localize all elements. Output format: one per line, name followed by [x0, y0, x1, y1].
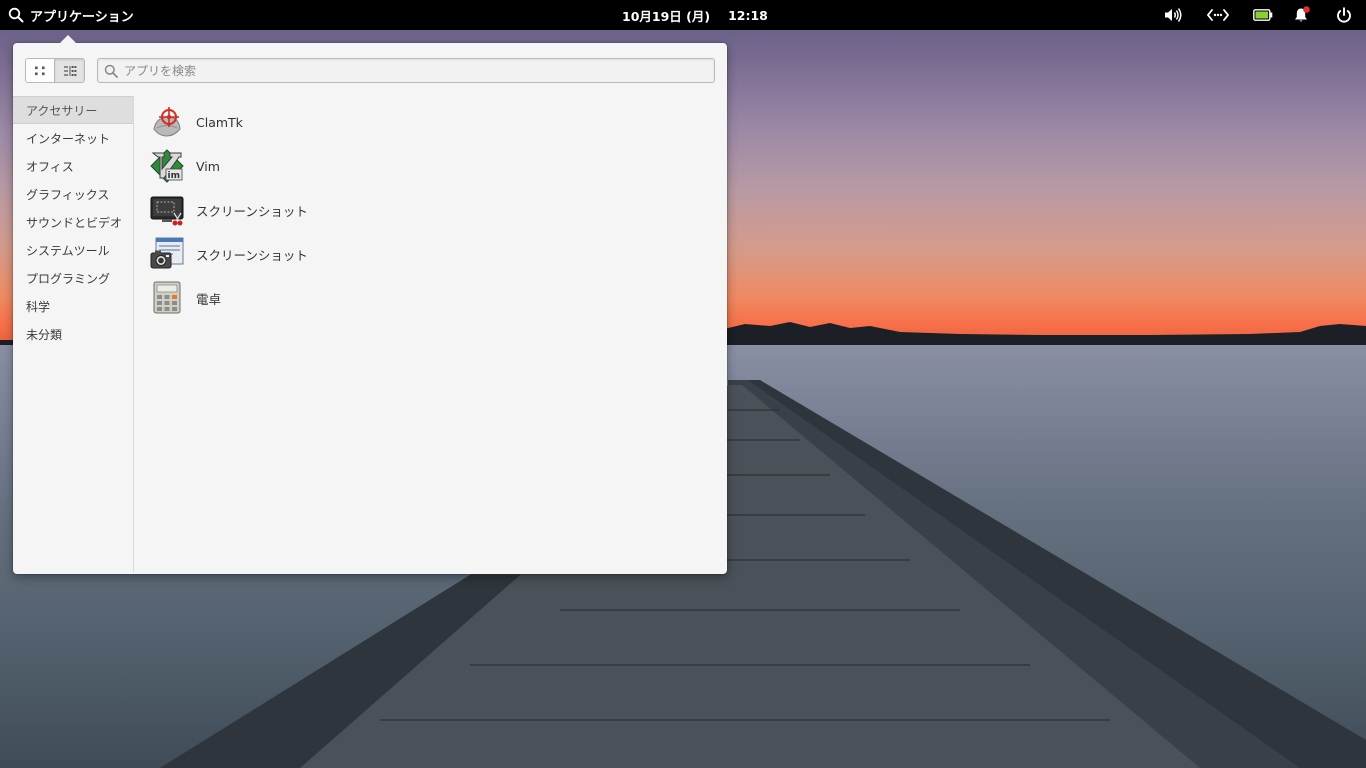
applications-menu-button[interactable]: アプリケーション	[8, 0, 134, 30]
applications-label: アプリケーション	[30, 9, 134, 25]
vim-icon: im	[150, 149, 184, 183]
category-item-science[interactable]: 科学	[13, 292, 133, 320]
clamtk-icon	[150, 105, 184, 139]
date-label: 10月19日 (月)	[622, 8, 711, 24]
app-item-vim[interactable]: im Vim	[150, 144, 710, 188]
category-item-office[interactable]: オフィス	[13, 152, 133, 180]
app-item-calculator[interactable]: 電卓	[150, 276, 710, 320]
category-item-accessories[interactable]: アクセサリー	[13, 96, 133, 124]
category-label: システムツール	[26, 243, 110, 258]
search-icon	[8, 7, 24, 23]
datetime-indicator[interactable]: 10月19日 (月) 12:18	[622, 0, 768, 30]
network-indicator[interactable]	[1205, 0, 1231, 30]
app-label: ClamTk	[196, 114, 243, 130]
calculator-icon	[150, 281, 184, 315]
category-label: サウンドとビデオ	[26, 215, 123, 230]
category-item-system-tools[interactable]: システムツール	[13, 236, 133, 264]
app-item-screenshot[interactable]: スクリーンショット	[150, 188, 710, 232]
battery-icon	[1253, 9, 1273, 21]
app-label: Vim	[196, 158, 220, 174]
app-list: ClamTk im Vim スクリーンショット スクリーンショット 電卓	[150, 100, 710, 320]
notifications-indicator[interactable]	[1289, 0, 1315, 30]
power-icon	[1337, 7, 1351, 23]
grid-view-button[interactable]	[26, 59, 55, 82]
category-label: アクセサリー	[26, 103, 98, 118]
session-indicator[interactable]	[1331, 0, 1357, 30]
app-label: スクリーンショット	[196, 247, 308, 263]
grid-view-icon	[35, 66, 45, 75]
category-label: オフィス	[26, 159, 74, 174]
category-item-programming[interactable]: プログラミング	[13, 264, 133, 292]
category-label: インターネット	[26, 131, 111, 146]
network-icon	[1207, 9, 1229, 21]
category-label: 未分類	[26, 327, 63, 342]
app-item-screenshot-2[interactable]: スクリーンショット	[150, 232, 710, 276]
category-view-icon	[63, 65, 76, 76]
app-label: スクリーンショット	[196, 203, 308, 219]
category-item-sound-video[interactable]: サウンドとビデオ	[13, 208, 133, 236]
category-view-button[interactable]	[55, 59, 84, 82]
screenshot-icon	[150, 193, 184, 227]
category-label: グラフィックス	[26, 187, 110, 202]
notifications-icon	[1295, 6, 1310, 22]
sound-indicator[interactable]	[1160, 0, 1186, 30]
app-search-input[interactable]	[124, 63, 714, 78]
category-item-internet[interactable]: インターネット	[13, 124, 133, 152]
screenshot-camera-icon	[150, 237, 184, 271]
popover-arrow	[59, 35, 77, 44]
category-item-other[interactable]: 未分類	[13, 320, 133, 348]
applications-menu-popover: アクセサリー インターネット オフィス グラフィックス サウンドとビデオ システ…	[13, 35, 727, 574]
category-label: プログラミング	[26, 271, 111, 286]
category-label: 科学	[26, 299, 51, 314]
svg-text:im: im	[168, 171, 180, 181]
app-label: 電卓	[196, 291, 222, 307]
category-sidebar: アクセサリー インターネット オフィス グラフィックス サウンドとビデオ システ…	[13, 96, 134, 572]
search-icon	[104, 64, 118, 78]
power-indicator-battery[interactable]	[1250, 0, 1276, 30]
time-label: 12:18	[728, 7, 768, 23]
top-panel: アプリケーション 10月19日 (月) 12:18	[0, 0, 1366, 30]
app-item-clamtk[interactable]: ClamTk	[150, 100, 710, 144]
category-item-graphics[interactable]: グラフィックス	[13, 180, 133, 208]
view-mode-switcher	[25, 58, 85, 83]
volume-icon	[1165, 8, 1182, 22]
app-search-box	[97, 58, 715, 83]
